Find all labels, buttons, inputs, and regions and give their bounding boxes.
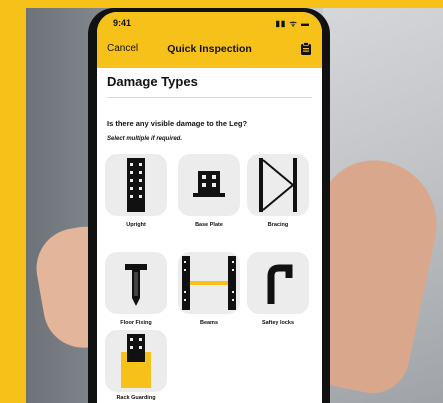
- beams-icon: [182, 256, 236, 310]
- base-plate-icon: [193, 171, 225, 197]
- clipboard-icon[interactable]: [300, 42, 312, 55]
- brand-yellow-top-strip: [0, 0, 443, 8]
- damage-label-beams: Beams: [199, 320, 219, 326]
- bracing-icon: [259, 158, 297, 212]
- status-time: 9:41: [113, 18, 132, 28]
- page-title: Quick Inspection: [167, 43, 252, 55]
- damage-label-floor-fixing: Floor Fixing: [120, 320, 152, 326]
- damage-option-floor-fixing[interactable]: [105, 252, 167, 314]
- damage-option-beams[interactable]: [178, 252, 240, 314]
- rack-guarding-icon: [121, 334, 151, 388]
- damage-label-rack-guarding: Rack Guarding: [116, 395, 156, 401]
- brand-yellow-strip: [0, 0, 26, 403]
- safety-lock-icon: [267, 264, 293, 304]
- damage-label-safety-locks: Saftey locks: [261, 320, 295, 326]
- damage-label-bracing: Bracing: [267, 222, 289, 228]
- phone-screen: 9:41 ▮▮ ᯤ ▬ Cancel Quick Inspection Dama…: [97, 12, 322, 403]
- app-header: 9:41 ▮▮ ᯤ ▬ Cancel Quick Inspection: [97, 12, 322, 68]
- upright-icon: [127, 158, 145, 212]
- status-indicators-icon: ▮▮ ᯤ ▬: [275, 19, 310, 28]
- damage-option-base-plate[interactable]: [178, 154, 240, 216]
- section-title: Damage Types: [107, 74, 198, 89]
- divider: [107, 97, 312, 98]
- hint-text: Select multiple if required.: [107, 136, 183, 142]
- status-bar: 9:41 ▮▮ ᯤ ▬: [97, 18, 322, 32]
- damage-label-base-plate: Base Plate: [195, 222, 223, 228]
- damage-option-upright[interactable]: [105, 154, 167, 216]
- damage-option-bracing[interactable]: [247, 154, 309, 216]
- floor-fixing-icon: [125, 264, 147, 306]
- damage-option-rack-guarding[interactable]: [105, 330, 167, 392]
- damage-label-upright: Upright: [126, 222, 146, 228]
- damage-option-safety-locks[interactable]: [247, 252, 309, 314]
- nav-bar: Cancel Quick Inspection: [97, 40, 322, 60]
- question-text: Is there any visible damage to the Leg?: [107, 119, 248, 128]
